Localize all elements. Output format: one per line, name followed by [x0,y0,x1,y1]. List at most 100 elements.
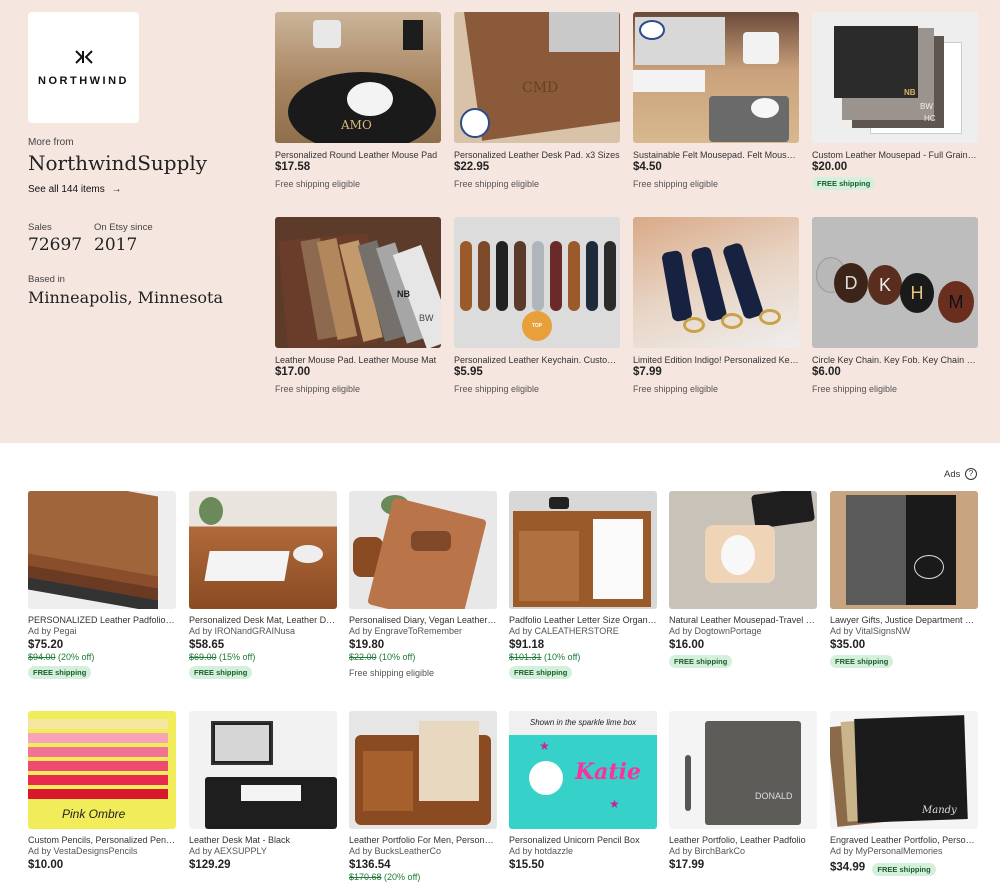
sales-value: 72697 [28,235,83,255]
image-text: Mandy [922,805,957,816]
ad-price: $136.54 [349,859,391,871]
shop-listing[interactable]: NB BW Leather Mouse Pad. Leather Mouse M… [275,217,441,394]
ad-title: Leather Desk Mat - Black [189,835,291,845]
ad-listing[interactable]: Lawyer Gifts, Justice Department Padfoli… [830,491,978,669]
ad-listing[interactable]: Leather Desk Mat - Black Ad by AEXSUPPLY… [189,711,337,871]
shop-listing[interactable]: AMO Personalized Round Leather Mouse Pad… [275,12,441,189]
ads-help-icon[interactable]: ? [965,468,977,480]
ad-price: $16.00 [669,639,705,651]
based-in-label: Based in [28,274,65,285]
ad-image[interactable]: Mandy [830,711,978,829]
listing-title: Personalized Leather Desk Pad. x3 Sizes [454,150,620,160]
ad-image[interactable] [28,491,176,609]
ad-seller: Ad by IRONandGRAINusa [189,626,296,636]
listing-price: $17.00 [275,366,311,378]
shipping-text: Free shipping eligible [349,668,435,678]
ad-image[interactable] [349,491,497,609]
shop-logo[interactable]: NORTHWIND [28,12,139,123]
ad-price: $129.29 [189,859,231,871]
ad-title: Personalized Unicorn Pencil Box [509,835,640,845]
image-text: M [938,281,974,323]
listing-title: Circle Key Chain. Key Fob. Key Chain Per… [812,355,978,365]
shop-location: Minneapolis, Minnesota [28,288,223,307]
ad-image[interactable] [509,491,657,609]
shop-listing[interactable]: Limited Edition Indigo! Personalized Key… [633,217,799,394]
listing-price: $4.50 [633,161,662,173]
ad-price: $10.00 [28,859,64,871]
discount-pct: (20% off) [55,652,95,662]
image-text: NB [904,88,916,97]
since-value: 2017 [94,235,138,255]
northwind-logo-icon [74,49,93,64]
ad-price: $75.20 [28,639,64,651]
image-text: D [834,263,868,303]
ad-listing[interactable]: Natural Leather Mousepad-Travel Mouse Pa… [669,491,817,669]
star-icon: ★ [539,739,550,753]
ad-seller: Ad by BucksLeatherCo [349,846,442,856]
shop-listing[interactable]: CMD Personalized Leather Desk Pad. x3 Si… [454,12,620,189]
ad-listing[interactable]: PERSONALIZED Leather Padfolio Organizer … [28,491,176,680]
ad-title: Lawyer Gifts, Justice Department Padfoli… [830,615,978,625]
shop-listing[interactable]: D K H M Circle Key Chain. Key Fob. Key C… [812,217,978,394]
shipping-text: Free shipping eligible [633,384,719,394]
listing-image[interactable]: NB BW HC [812,12,978,143]
ad-listing[interactable]: Personalized Desk Mat, Leather Desk Pad … [189,491,337,680]
ad-image[interactable] [349,711,497,829]
ad-listing[interactable]: Mandy Engraved Leather Portfolio, Person… [830,711,978,876]
shipping-text: Free shipping eligible [275,384,361,394]
see-all-label: See all 144 items [28,184,105,195]
free-shipping-badge: FREE shipping [509,666,573,679]
listing-title: Personalized Round Leather Mouse Pad [275,150,438,160]
listing-title: Personalized Leather Keychain. Custom Ke… [454,355,620,365]
usa-badge-icon [639,20,665,40]
listing-image[interactable]: D K H M [812,217,978,348]
top-seller-badge: TOP SELLER [522,311,552,341]
listing-image[interactable] [633,12,799,143]
see-all-items-link[interactable]: See all 144 items → [28,184,122,195]
ad-listing[interactable]: Leather Portfolio For Men, Personalized … [349,711,497,882]
ad-seller: Ad by VestaDesignsPencils [28,846,138,856]
listing-image[interactable]: NB BW [275,217,441,348]
original-price: $101.31 [509,652,542,662]
listing-image[interactable]: TOP SELLER [454,217,620,348]
shop-listing[interactable]: NB BW HC Custom Leather Mousepad - Full … [812,12,978,191]
ad-seller: Ad by VitalSignsNW [830,626,911,636]
shop-listing[interactable]: TOP SELLER Personalized Leather Keychain… [454,217,620,394]
ad-listing[interactable]: Pink Ombre Custom Pencils, Personalized … [28,711,176,871]
ad-listing[interactable]: Padfolio Leather Letter Size Organizer A… [509,491,657,680]
image-text: H [900,273,934,313]
listing-image[interactable]: CMD [454,12,620,143]
ad-price: $15.50 [509,859,545,871]
listing-title: Custom Leather Mousepad - Full Grain Lea… [812,150,978,160]
original-price: $22.00 [349,652,377,662]
ad-image[interactable]: DONALD [669,711,817,829]
free-shipping-badge: FREE shipping [812,177,876,190]
ad-image[interactable]: Shown in the sparkle lime box Katie ★ ★ [509,711,657,829]
shop-listing[interactable]: Sustainable Felt Mousepad. Felt Mouse Pa… [633,12,799,189]
ad-price: $19.80 [349,639,385,651]
ad-listing[interactable]: Shown in the sparkle lime box Katie ★ ★ … [509,711,657,871]
ad-title: Leather Portfolio, Leather Padfolio [669,835,806,845]
ad-seller: Ad by hotdazzle [509,846,574,856]
ad-listing[interactable]: Personalised Diary, Vegan Leather Journa… [349,491,497,678]
ad-listing[interactable]: DONALD Leather Portfolio, Leather Padfol… [669,711,817,871]
ad-image[interactable]: Pink Ombre [28,711,176,829]
ad-image[interactable] [669,491,817,609]
shipping-text: Free shipping eligible [812,384,898,394]
shop-name-link[interactable]: NorthwindSupply [28,151,207,175]
ad-image[interactable] [189,711,337,829]
listing-price: $5.95 [454,366,483,378]
ad-title: PERSONALIZED Leather Padfolio Organizer [28,615,176,625]
ad-discount: $101.31 (10% off) [509,652,657,662]
ad-title: Custom Pencils, Personalized Pencils [28,835,176,845]
image-text: K [868,265,902,305]
ad-price: $58.65 [189,639,225,651]
ad-image[interactable] [189,491,337,609]
listing-image[interactable]: AMO [275,12,441,143]
image-text: Shown in the sparkle lime box [509,711,657,735]
ad-price-row: $34.99 FREE shipping [830,859,978,876]
ad-seller: Ad by AEXSUPPLY [189,846,267,856]
original-price: $170.68 [349,872,382,882]
ad-image[interactable] [830,491,978,609]
listing-image[interactable] [633,217,799,348]
